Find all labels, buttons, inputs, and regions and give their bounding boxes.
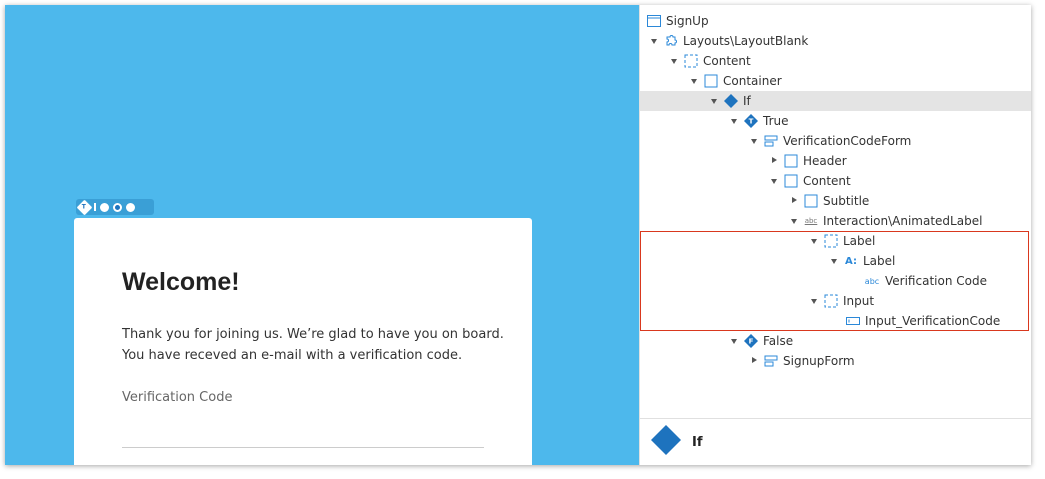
tree-item-label: Interaction\AnimatedLabel: [823, 214, 983, 228]
tree-item-label: True: [763, 114, 789, 128]
tree-item-label: Input_VerificationCode: [865, 314, 1001, 328]
collapse-arrow-icon[interactable]: [768, 155, 780, 167]
block-icon: [664, 34, 678, 48]
form-icon: [764, 354, 778, 368]
widget-selector-strip[interactable]: T: [76, 199, 154, 215]
expression-icon: abc: [864, 276, 880, 286]
tree-item-signup[interactable]: SignUp: [647, 11, 709, 31]
properties-title: If: [692, 434, 703, 450]
tree-item-input-verification-code[interactable]: Input_VerificationCode: [846, 311, 1000, 331]
if-widget-icon[interactable]: T: [76, 199, 93, 215]
tree-item-label: SignupForm: [783, 354, 855, 368]
tree-item-label-placeholder[interactable]: Label: [808, 231, 875, 251]
expand-arrow-icon[interactable]: [748, 135, 760, 147]
verification-code-input[interactable]: [122, 447, 484, 448]
expand-arrow-icon[interactable]: [688, 75, 700, 87]
expand-arrow-icon[interactable]: [648, 35, 660, 47]
tree-item-label: If: [743, 94, 751, 108]
if-icon: [724, 94, 738, 108]
app-window: T Welcome! Thank you for joining us. We’…: [5, 5, 1031, 465]
tree-item-label: VerificationCodeForm: [783, 134, 912, 148]
tree-item-header[interactable]: Header: [768, 151, 847, 171]
if-widget-badge: T: [82, 203, 87, 210]
tree-item-if[interactable]: If: [640, 91, 1031, 111]
tree-item-input-placeholder[interactable]: Input: [808, 291, 874, 311]
container-icon: [784, 154, 798, 168]
tree-item-label: Label: [843, 234, 876, 248]
expand-arrow-icon[interactable]: [808, 295, 820, 307]
true-branch-icon: T: [744, 114, 758, 128]
expand-arrow-icon[interactable]: [708, 95, 720, 107]
tree-item-label: Subtitle: [823, 194, 870, 208]
branch-dot-2[interactable]: [113, 202, 122, 212]
tree-item-container[interactable]: Container: [688, 71, 782, 91]
expand-arrow-icon[interactable]: [728, 115, 740, 127]
tree-item-label: Layouts\LayoutBlank: [683, 34, 809, 48]
expand-arrow-icon[interactable]: [668, 55, 680, 67]
container-icon: [704, 74, 718, 88]
expand-arrow-icon[interactable]: [808, 235, 820, 247]
placeholder-icon: [684, 54, 698, 68]
tree-item-label: Container: [723, 74, 782, 88]
expand-arrow-icon[interactable]: [728, 335, 740, 347]
label-widget-icon: A:: [845, 255, 857, 267]
verification-code-label: Verification Code: [122, 390, 233, 405]
collapse-arrow-icon[interactable]: [748, 355, 760, 367]
placeholder-icon: [824, 234, 838, 248]
card-message: Thank you for joining us. We’re glad to …: [122, 324, 522, 366]
tree-item-label: Content: [703, 54, 751, 68]
card-message-line-2: You have receved an e-mail with a verifi…: [122, 348, 463, 363]
verification-card: Welcome! Thank you for joining us. We’re…: [74, 218, 532, 465]
expand-arrow-icon[interactable]: [768, 175, 780, 187]
tree-item-label-widget[interactable]: A: Label: [828, 251, 895, 271]
tree-item-label: Input: [843, 294, 875, 308]
tree-item-label: Content: [803, 174, 851, 188]
tree-item-label: False: [763, 334, 794, 348]
widget-tree-panel: SignUp Layouts\LayoutBlank Content Conta…: [639, 5, 1031, 465]
expand-arrow-icon[interactable]: [788, 215, 800, 227]
false-branch-icon: F: [744, 334, 758, 348]
tree-item-animated-label[interactable]: abc Interaction\AnimatedLabel: [788, 211, 982, 231]
screen-icon: [647, 14, 661, 28]
expand-arrow-icon[interactable]: [828, 255, 840, 267]
tree-item-form-content[interactable]: Content: [768, 171, 851, 191]
tree-item-verification-code-form[interactable]: VerificationCodeForm: [748, 131, 911, 151]
input-icon: [846, 314, 860, 328]
properties-header: If: [640, 418, 1031, 465]
form-icon: [764, 134, 778, 148]
drag-handle-icon[interactable]: [94, 203, 96, 211]
true-branch-badge: T: [749, 118, 754, 126]
tree-item-signup-form[interactable]: SignupForm: [748, 351, 855, 371]
tree-item-label: Verification Code: [885, 274, 987, 288]
tree-item-false[interactable]: F False: [728, 331, 793, 351]
tree-item-true[interactable]: T True: [728, 111, 789, 131]
tree-item-layout-blank[interactable]: Layouts\LayoutBlank: [648, 31, 808, 51]
canvas-preview[interactable]: T Welcome! Thank you for joining us. We’…: [5, 5, 639, 465]
tree-item-label: SignUp: [666, 14, 709, 28]
container-icon: [804, 194, 818, 208]
tree-item-label: Label: [863, 254, 896, 268]
collapse-arrow-icon[interactable]: [788, 195, 800, 207]
if-large-icon: [650, 424, 682, 460]
placeholder-icon: [824, 294, 838, 308]
card-message-line-1: Thank you for joining us. We’re glad to …: [122, 327, 504, 342]
card-title: Welcome!: [122, 268, 240, 296]
false-branch-badge: F: [749, 338, 754, 346]
tree-item-verification-code-expression[interactable]: abc Verification Code: [864, 271, 987, 291]
container-icon: [784, 174, 798, 188]
tree-item-subtitle[interactable]: Subtitle: [788, 191, 869, 211]
branch-dot-3[interactable]: [126, 202, 135, 212]
tree-item-label: Header: [803, 154, 847, 168]
branch-dot-1[interactable]: [100, 202, 109, 212]
tree-item-content[interactable]: Content: [668, 51, 751, 71]
block-label-icon: abc: [804, 217, 818, 225]
